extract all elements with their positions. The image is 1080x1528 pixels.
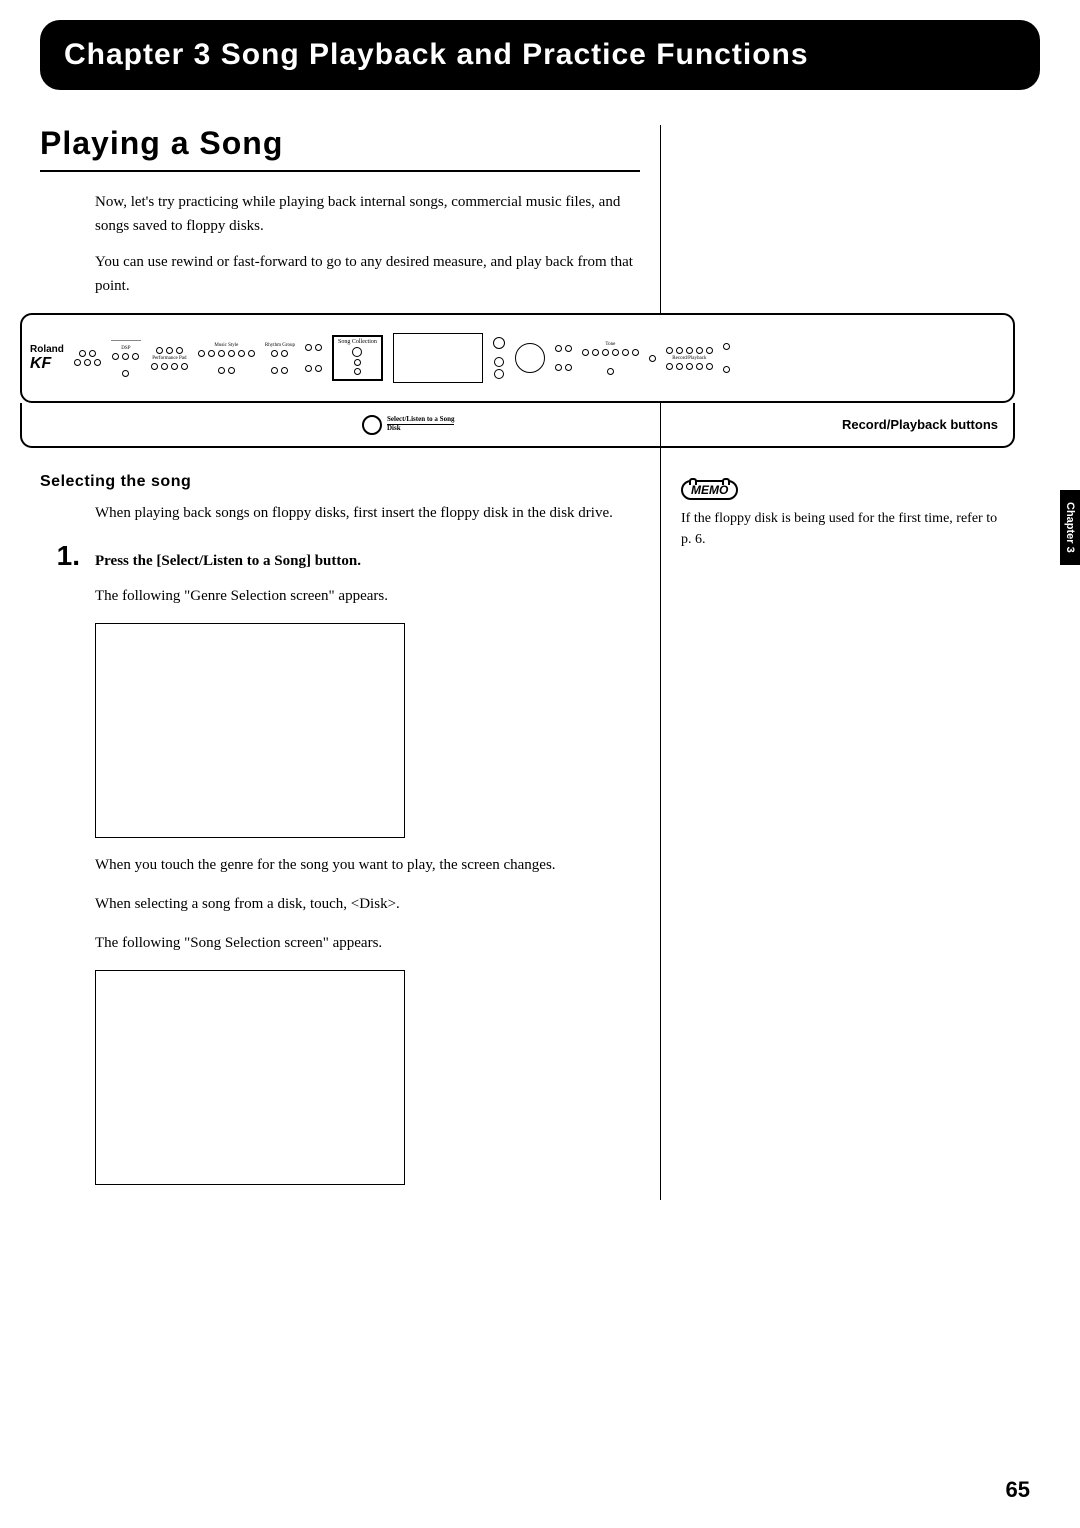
page-number: 65 <box>1006 1477 1030 1503</box>
intro-paragraph-2: You can use rewind or fast-forward to go… <box>40 250 640 298</box>
lcd-screen <box>393 333 483 383</box>
record-playback-label: Record/Playback <box>672 356 706 361</box>
music-style-label: Music Style <box>214 343 238 348</box>
intro-paragraph-1: Now, let's try practicing while playing … <box>40 190 640 238</box>
record-playback-buttons-label: Record/Playback buttons <box>842 417 998 432</box>
rhythm-label: Rhythm Group <box>265 343 295 348</box>
subsection-text-4: When selecting a song from a disk, touch… <box>40 892 640 916</box>
subsection-text-5: The following "Song Selection screen" ap… <box>40 931 640 955</box>
main-content: Playing a Song Now, let's try practicing… <box>40 125 1040 1200</box>
perf-pad-label: Performance Pad <box>152 356 186 361</box>
song-collection-box: Song Collection <box>332 335 383 381</box>
dial <box>515 343 545 373</box>
keyboard-panel: Roland KF DSP Perfor <box>20 313 1015 403</box>
tone-label: Tone <box>605 342 615 347</box>
subsection-text-1: When playing back songs on floppy disks,… <box>40 501 640 525</box>
memo-icon: MEMO <box>681 480 738 500</box>
disk-label: Disk <box>387 424 454 433</box>
keyboard-diagram: Roland KF DSP Perfor <box>20 313 1015 448</box>
left-column: Playing a Song Now, let's try practicing… <box>40 125 660 1200</box>
step-instruction: Press the [Select/Listen to a Song] butt… <box>95 553 361 570</box>
dsp-label: DSP <box>121 346 130 351</box>
select-listen-indicator: Select/Listen to a Song Disk <box>362 415 454 435</box>
chapter-header: Chapter 3 Song Playback and Practice Fun… <box>40 20 1040 90</box>
subsection-title: Selecting the song <box>40 473 640 491</box>
song-screen-placeholder <box>95 970 405 1185</box>
brand-box: Roland KF <box>30 344 64 373</box>
diagram-footer: Select/Listen to a Song Disk Record/Play… <box>20 403 1015 448</box>
step-number: 1. <box>40 540 80 572</box>
select-listen-label: Select/Listen to a Song <box>387 416 454 424</box>
brand-model: KF <box>30 355 64 373</box>
memo-text: If the floppy disk is being used for the… <box>681 508 1000 550</box>
song-collection-label: Song Collection <box>338 339 377 345</box>
genre-screen-placeholder <box>95 623 405 838</box>
brand-name: Roland <box>30 344 64 355</box>
right-column: MEMO If the floppy disk is being used fo… <box>660 125 1000 1200</box>
step-1: 1. Press the [Select/Listen to a Song] b… <box>40 540 640 572</box>
subsection-text-2: The following "Genre Selection screen" a… <box>40 584 640 608</box>
subsection-text-3: When you touch the genre for the song yo… <box>40 853 640 877</box>
chapter-side-tab: Chapter 3 <box>1060 490 1080 565</box>
select-button-icon <box>362 415 382 435</box>
chapter-title: Chapter 3 Song Playback and Practice Fun… <box>64 38 1016 72</box>
section-title: Playing a Song <box>40 125 640 172</box>
memo-box: MEMO If the floppy disk is being used fo… <box>681 480 1000 550</box>
